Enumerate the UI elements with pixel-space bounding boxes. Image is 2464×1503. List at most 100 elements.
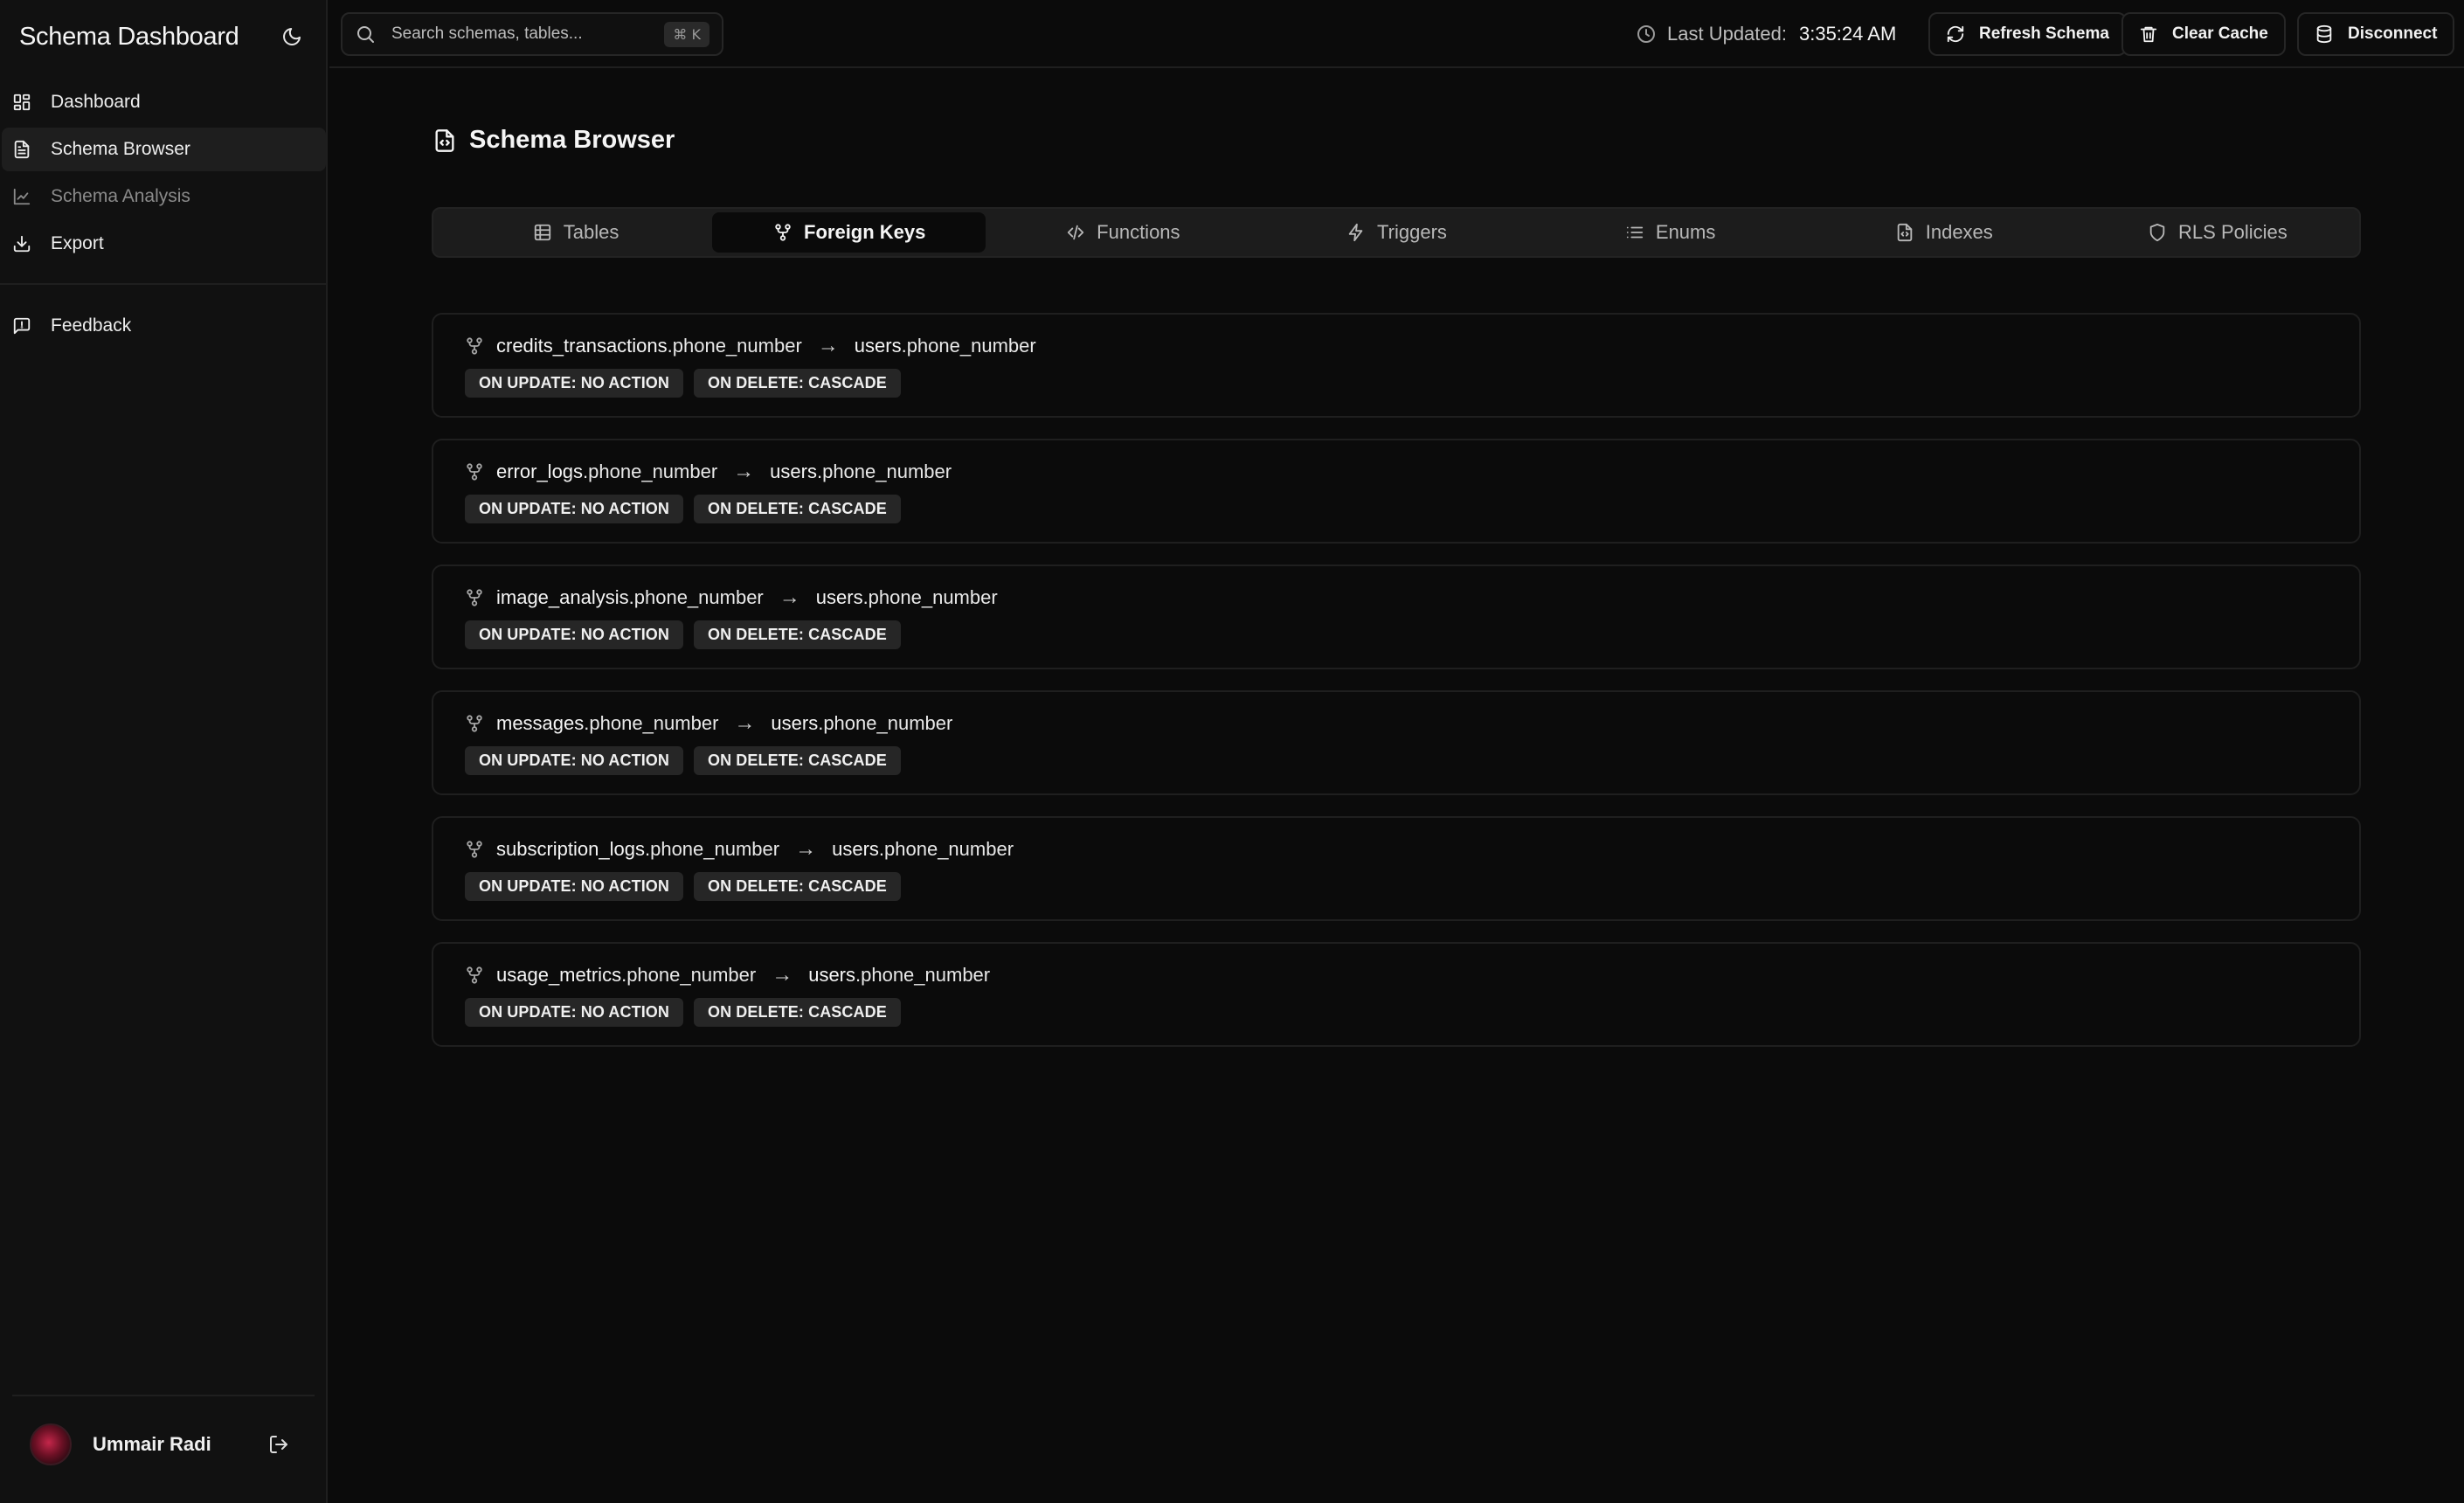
sidebar-item-dashboard[interactable]: Dashboard: [2, 80, 326, 124]
code-icon: [1065, 222, 1086, 243]
foreign-key-card: subscription_logs.phone_number → users.p…: [432, 816, 2361, 921]
on-update-badge: ON UPDATE: NO ACTION: [465, 495, 683, 523]
sidebar-item-label: Schema Analysis: [51, 186, 190, 206]
moon-icon: [283, 28, 301, 45]
sidebar-item-feedback[interactable]: Feedback: [2, 304, 326, 348]
schema-tabs: Tables Foreign Keys Functions Triggers E…: [432, 207, 2361, 258]
foreign-key-relation: error_logs.phone_number → users.phone_nu…: [465, 460, 952, 484]
foreign-key-card: usage_metrics.phone_number → users.phone…: [432, 942, 2361, 1047]
theme-toggle-button[interactable]: [276, 21, 308, 52]
source-table: credits_transactions: [496, 335, 668, 357]
user-name: Ummair Radi: [93, 1433, 211, 1455]
source-column: .phone_number: [621, 964, 757, 986]
rule-badges: ON UPDATE: NO ACTION ON DELETE: CASCADE: [465, 746, 901, 775]
foreign-key-card: credits_transactions.phone_number → user…: [432, 313, 2361, 418]
tab-rls-policies[interactable]: RLS Policies: [2080, 212, 2354, 253]
on-update-badge: ON UPDATE: NO ACTION: [465, 369, 683, 398]
on-delete-badge: ON DELETE: CASCADE: [694, 872, 901, 901]
disconnect-button[interactable]: Disconnect: [2297, 12, 2455, 56]
tab-indexes[interactable]: Indexes: [1807, 212, 2080, 253]
on-delete-badge: ON DELETE: CASCADE: [694, 746, 901, 775]
message-square-icon: [12, 316, 31, 336]
search-shortcut-hint: ⌘ K: [664, 21, 709, 47]
sidebar-item-label: Dashboard: [51, 92, 141, 112]
rule-badges: ON UPDATE: NO ACTION ON DELETE: CASCADE: [465, 998, 901, 1027]
foreign-key-relation: usage_metrics.phone_number → users.phone…: [465, 963, 990, 987]
rule-badges: ON UPDATE: NO ACTION ON DELETE: CASCADE: [465, 872, 901, 901]
on-update-badge: ON UPDATE: NO ACTION: [465, 620, 683, 649]
search-box[interactable]: ⌘ K: [341, 12, 723, 56]
on-delete-badge: ON DELETE: CASCADE: [694, 998, 901, 1027]
last-updated-status: Last Updated: 3:35:24 AM: [1636, 21, 1896, 47]
page-title-text: Schema Browser: [469, 126, 675, 154]
target-table: users: [854, 335, 902, 357]
target-table: users: [770, 461, 817, 482]
tab-enums[interactable]: Enums: [1533, 212, 1807, 253]
target-column: .phone_number: [878, 838, 1014, 860]
last-updated-time: 3:35:24 AM: [1798, 23, 1897, 45]
clear-cache-button[interactable]: Clear Cache: [2121, 12, 2286, 56]
foreign-key-relation: image_analysis.phone_number → users.phon…: [465, 585, 998, 610]
clear-cache-label: Clear Cache: [2172, 24, 2268, 43]
tab-triggers[interactable]: Triggers: [1259, 212, 1533, 253]
target-column: .phone_number: [816, 461, 952, 482]
source-column: .phone_number: [628, 586, 764, 608]
on-delete-badge: ON DELETE: CASCADE: [694, 620, 901, 649]
sidebar-item-schema-analysis[interactable]: Schema Analysis: [2, 175, 326, 218]
target-column: .phone_number: [862, 586, 998, 608]
sidebar-divider: [0, 283, 328, 285]
source-column: .phone_number: [644, 838, 780, 860]
file-code-icon: [1894, 222, 1915, 243]
dashboard-grid-icon: [12, 93, 31, 112]
foreign-key-relation: messages.phone_number → users.phone_numb…: [465, 711, 952, 736]
refresh-schema-button[interactable]: Refresh Schema: [1928, 12, 2127, 56]
relation-arrow: →: [795, 837, 817, 861]
app-title: Schema Dashboard: [19, 22, 239, 51]
on-update-badge: ON UPDATE: NO ACTION: [465, 998, 683, 1027]
source-column: .phone_number: [667, 335, 802, 357]
trash-icon: [2140, 26, 2157, 43]
refresh-schema-label: Refresh Schema: [1979, 24, 2109, 43]
git-fork-icon: [467, 841, 482, 858]
source-table: messages: [496, 712, 585, 734]
git-fork-icon: [467, 715, 482, 732]
on-delete-badge: ON DELETE: CASCADE: [694, 495, 901, 523]
disconnect-label: Disconnect: [2348, 24, 2438, 43]
tab-functions[interactable]: Functions: [986, 212, 1259, 253]
search-icon: [355, 24, 377, 45]
sidebar-item-export[interactable]: Export: [2, 222, 326, 266]
document-icon: [12, 140, 31, 159]
git-fork-icon: [467, 589, 482, 606]
git-fork-icon: [772, 222, 793, 243]
on-update-badge: ON UPDATE: NO ACTION: [465, 872, 683, 901]
database-icon: [2316, 24, 2332, 44]
sidebar-nav: Dashboard Schema Browser Schema Analysis…: [0, 77, 328, 269]
relation-arrow: →: [779, 585, 800, 609]
sidebar-feedback-section: Feedback: [2, 304, 326, 348]
page-title: Schema Browser: [433, 126, 675, 155]
sidebar-item-label: Export: [51, 233, 104, 253]
relation-arrow: →: [772, 963, 793, 987]
sidebar-header: Schema Dashboard: [19, 19, 308, 54]
tab-label: Functions: [1097, 221, 1180, 243]
sidebar-item-label: Feedback: [51, 315, 132, 336]
search-input[interactable]: [391, 24, 665, 44]
source-table: usage_metrics: [496, 964, 622, 986]
clock-icon: [1637, 25, 1655, 43]
tab-label: Foreign Keys: [804, 221, 926, 243]
avatar[interactable]: [30, 1423, 72, 1465]
tab-foreign-keys[interactable]: Foreign Keys: [712, 212, 986, 253]
sidebar-item-schema-browser[interactable]: Schema Browser: [2, 128, 326, 171]
logout-button[interactable]: [266, 1431, 292, 1458]
sidebar-footer-divider: [12, 1395, 315, 1396]
tab-label: Triggers: [1377, 221, 1447, 243]
target-table: users: [808, 964, 855, 986]
on-update-badge: ON UPDATE: NO ACTION: [465, 746, 683, 775]
tab-tables[interactable]: Tables: [439, 212, 712, 253]
tab-label: Tables: [563, 221, 619, 243]
last-updated-label: Last Updated:: [1667, 23, 1787, 45]
shield-icon: [2147, 222, 2168, 243]
foreign-key-card: error_logs.phone_number → users.phone_nu…: [432, 439, 2361, 544]
git-fork-icon: [467, 337, 482, 355]
relation-arrow: →: [734, 711, 756, 735]
